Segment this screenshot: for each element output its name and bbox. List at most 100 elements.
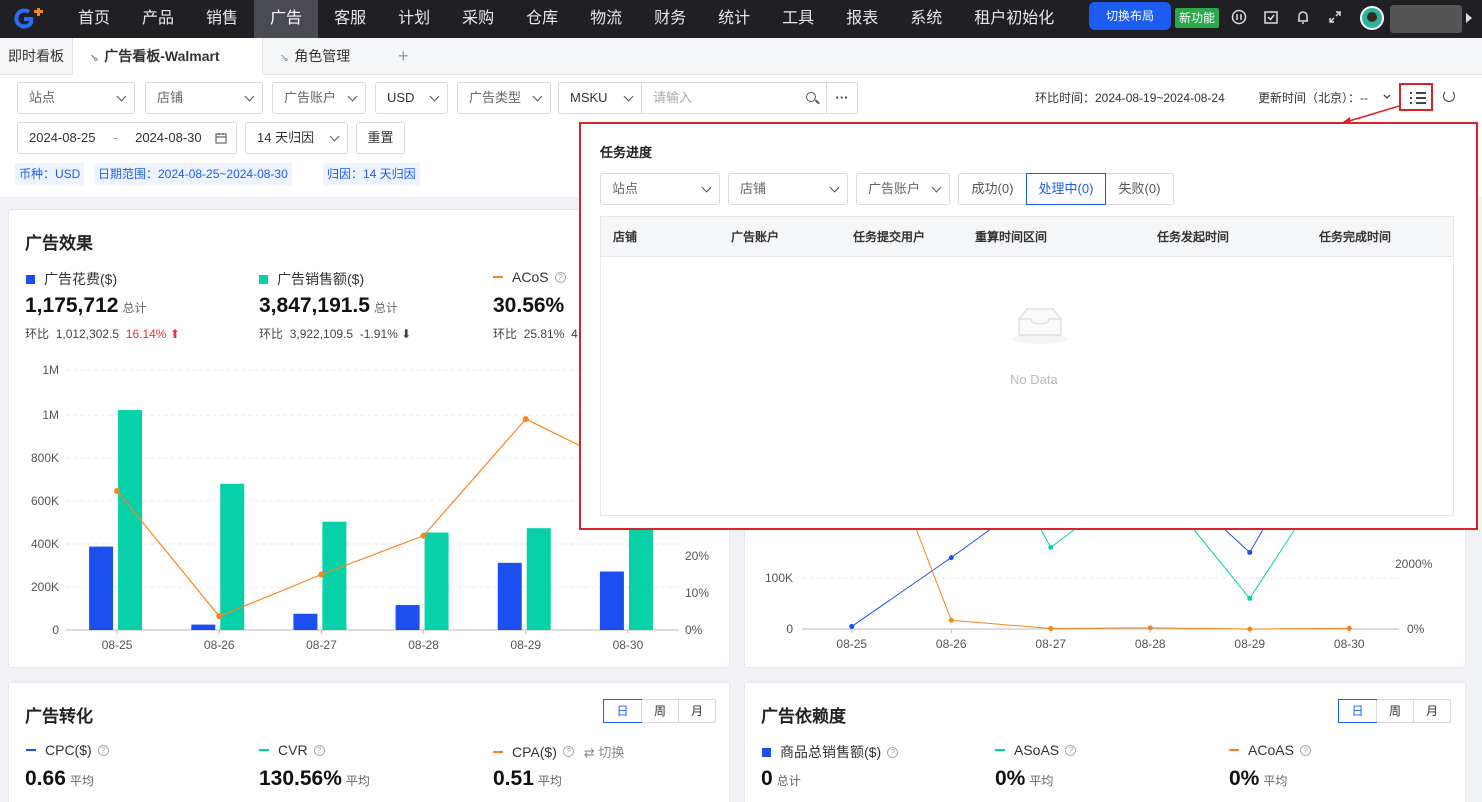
acos-point-0	[114, 488, 121, 494]
tab-bar: 即时看板 ⊸ 广告看板-Walmart ⊸ 角色管理 +	[0, 38, 1482, 75]
column-recalc-range: 重算时间区间	[975, 230, 1048, 244]
attribution-select[interactable]: 14 天归因	[245, 122, 348, 154]
nav-item-0[interactable]: 首页	[62, 0, 126, 38]
nav-item-9[interactable]: 财务	[638, 0, 702, 38]
tab-ad-board-walmart[interactable]: ⊸ 广告看板-Walmart	[72, 38, 263, 75]
panel-site-select[interactable]: 站点	[600, 173, 720, 205]
period-day-button[interactable]: 日	[1338, 699, 1377, 723]
x-tick-label: 08-26	[204, 638, 235, 652]
status-success-button[interactable]: 成功(0)	[958, 173, 1027, 205]
msku-select[interactable]: MSKU	[558, 82, 642, 114]
fullscreen-icon[interactable]	[1325, 9, 1345, 29]
legend-line-icon	[995, 749, 1005, 751]
store-select[interactable]: 店铺	[145, 82, 263, 114]
nav-item-6[interactable]: 采购	[446, 0, 510, 38]
period-day-button[interactable]: 日	[603, 699, 642, 723]
x-tick-label: 08-29	[1234, 637, 1265, 651]
username-redacted[interactable]	[1390, 5, 1462, 33]
help-icon: ?	[1299, 744, 1311, 756]
search-input[interactable]: 请输入	[641, 82, 827, 114]
status-failed-button[interactable]: 失败(0)	[1105, 173, 1174, 205]
nav-item-10[interactable]: 统计	[702, 0, 766, 38]
date-range-picker[interactable]: 2024-08-25 - 2024-08-30	[17, 122, 237, 154]
refresh-icon[interactable]	[1443, 90, 1455, 102]
blue-point-4	[1247, 550, 1253, 555]
caret-right-icon[interactable]	[1466, 13, 1472, 23]
nav-item-7[interactable]: 仓库	[510, 0, 574, 38]
period-week-button[interactable]: 周	[641, 700, 678, 722]
add-tab-button[interactable]: +	[398, 38, 409, 75]
metric-cvr-value: 130.56% 平均	[259, 767, 370, 790]
calendar-icon	[215, 133, 227, 144]
new-feature-button[interactable]: 新功能	[1175, 8, 1219, 28]
metric-ad-spend-label: 广告花费($)	[26, 269, 117, 289]
nav-item-8[interactable]: 物流	[574, 0, 638, 38]
chevron-down-icon	[347, 91, 358, 102]
metric-ad-sales-value: 3,847,191.5 总计	[259, 294, 398, 317]
period-switch[interactable]: 日 周 月	[1338, 699, 1451, 723]
nav-item-4[interactable]: 客服	[318, 0, 382, 38]
acos-point-2	[318, 571, 325, 578]
chevron-down-icon	[116, 91, 127, 102]
dashboard-icon[interactable]	[1229, 9, 1249, 29]
period-month-button[interactable]: 月	[1413, 700, 1450, 722]
legend-line-icon	[493, 750, 503, 753]
tab-role-management[interactable]: ⊸ 角色管理	[276, 38, 351, 75]
nav-item-12[interactable]: 报表	[830, 0, 894, 38]
nav-item-5[interactable]: 计划	[382, 0, 446, 38]
period-week-button[interactable]: 周	[1376, 700, 1413, 722]
bar-0-5	[599, 571, 624, 630]
bell-icon[interactable]	[1293, 9, 1313, 29]
chevron-down-icon	[931, 182, 942, 193]
task-progress-panel: 任务进度 站点 店铺 广告账户 成功(0) 处理中(0) 失败(0) 店铺 广告…	[579, 122, 1478, 530]
reset-button[interactable]: 重置	[356, 122, 405, 154]
legend-square-icon	[259, 274, 268, 284]
period-switch[interactable]: 日 周 月	[603, 699, 716, 723]
switch-metric-button[interactable]: ⇄ 切换	[584, 742, 625, 761]
y2-tick-label: 0%	[1407, 622, 1425, 636]
site-select[interactable]: 站点	[17, 82, 135, 114]
ad-type-select[interactable]: 广告类型	[457, 82, 551, 114]
chevron-down-icon	[532, 91, 543, 102]
user-avatar[interactable]	[1360, 6, 1384, 30]
metric-asoas-value: 0% 平均	[995, 767, 1054, 790]
metric-ad-sales-compare: 环比 3,922,109.5 -1.91% ⬇	[259, 327, 412, 341]
x-tick-label: 08-30	[613, 638, 644, 652]
panel-account-select[interactable]: 广告账户	[856, 173, 950, 205]
orange-point-2	[1147, 625, 1153, 631]
logo-icon	[14, 8, 43, 29]
bar-0-1	[191, 624, 216, 630]
help-icon: ?	[313, 744, 325, 756]
nav-item-11[interactable]: 工具	[766, 0, 830, 38]
panel-store-select[interactable]: 店铺	[728, 173, 848, 205]
teal-line-2	[1190, 525, 1298, 600]
x-tick-label: 08-28	[1135, 637, 1166, 651]
status-processing-button[interactable]: 处理中(0)	[1026, 173, 1106, 205]
task-check-icon[interactable]	[1261, 9, 1281, 29]
period-month-button[interactable]: 月	[678, 700, 715, 722]
empty-inbox-icon	[1013, 308, 1067, 344]
attribution-tag: 归因：14 天归因	[323, 163, 420, 185]
tab-realtime-board[interactable]: 即时看板	[8, 38, 64, 75]
orange-point-4	[1346, 625, 1352, 631]
arrow-up-icon: ⬆	[169, 327, 180, 341]
nav-item-1[interactable]: 产品	[126, 0, 190, 38]
nav-item-2[interactable]: 销售	[190, 0, 254, 38]
metric-total-sales-label: 商品总销售额($)?	[762, 742, 899, 762]
orange-point-3	[1247, 626, 1253, 632]
currency-select[interactable]: USD	[375, 82, 448, 114]
currency-tag: 币种：USD	[15, 163, 85, 185]
help-icon: ?	[554, 271, 566, 283]
y2-tick-label: 0%	[685, 623, 703, 637]
legend-line-icon	[1229, 749, 1239, 751]
nav-item-14[interactable]: 租户初始化	[958, 0, 1070, 38]
help-icon: ?	[97, 744, 109, 756]
nav-item-3[interactable]: 广告	[254, 0, 319, 38]
app-logo[interactable]	[0, 0, 62, 38]
ad-account-select[interactable]: 广告账户	[272, 82, 366, 114]
more-options-button[interactable]: ···	[826, 82, 858, 114]
chevron-down-icon[interactable]	[1383, 94, 1391, 100]
switch-layout-button[interactable]: 切换布局	[1089, 2, 1171, 30]
tab-label: 角色管理	[294, 48, 351, 64]
nav-item-13[interactable]: 系统	[894, 0, 958, 38]
